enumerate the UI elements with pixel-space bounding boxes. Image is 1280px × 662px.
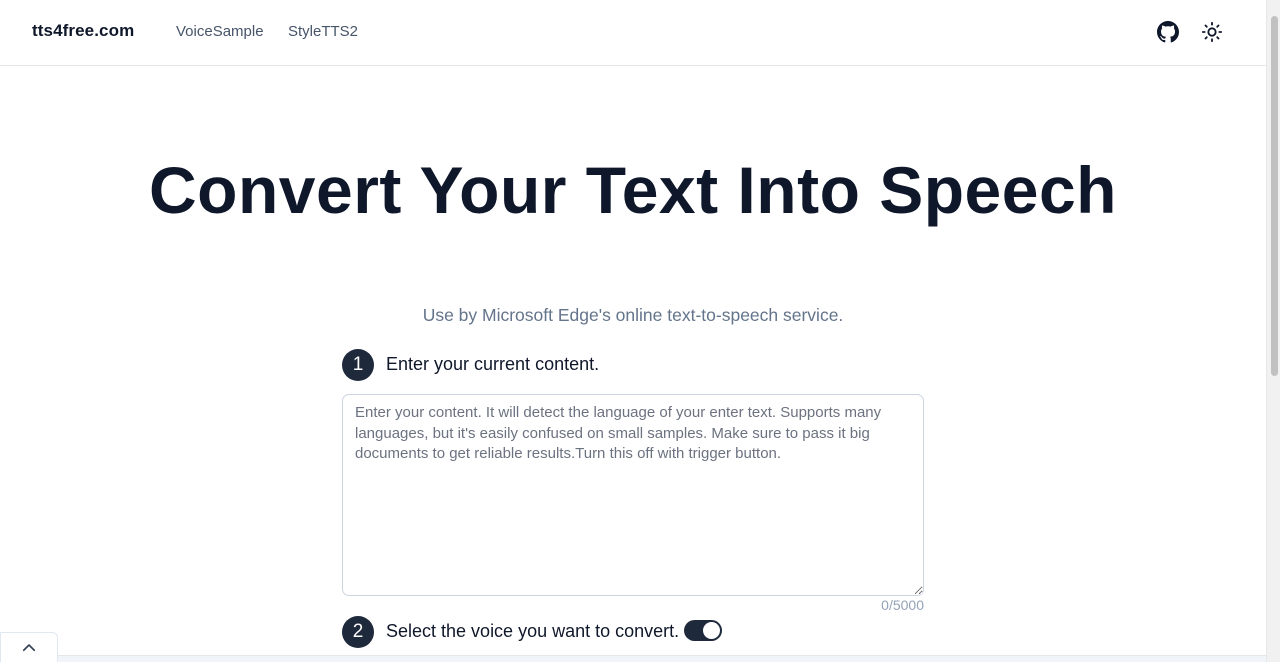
toggle-knob — [703, 622, 720, 639]
nav-link-voicesample[interactable]: VoiceSample — [176, 23, 264, 40]
page: tts4free.com VoiceSample StyleTTS2 Conve… — [0, 0, 1280, 662]
scrollbar-thumb[interactable] — [1271, 16, 1278, 376]
content-textarea[interactable] — [342, 394, 924, 596]
nav-link-styletts2[interactable]: StyleTTS2 — [288, 23, 358, 40]
page-subtitle: Use by Microsoft Edge's online text-to-s… — [422, 305, 844, 325]
step-2-label: Select the voice you want to convert. — [386, 621, 680, 641]
step-2-badge: 2 — [342, 616, 374, 648]
brand-logo[interactable]: tts4free.com — [32, 21, 134, 41]
sun-icon — [1201, 21, 1223, 43]
voice-auto-detect-toggle[interactable] — [684, 620, 722, 641]
site-header: tts4free.com VoiceSample StyleTTS2 — [0, 0, 1266, 66]
vertical-scrollbar[interactable] — [1266, 0, 1280, 662]
page-title: Convert Your Text Into Speech — [149, 153, 1117, 227]
chevron-up-icon — [22, 643, 36, 651]
step-1-badge: 1 — [342, 349, 374, 381]
character-counter: 0/5000 — [881, 597, 924, 613]
step-1-label: Enter your current content. — [386, 354, 600, 374]
back-to-top-button[interactable] — [0, 632, 58, 662]
theme-toggle-button[interactable] — [1200, 20, 1224, 44]
bottom-scroll-edge — [0, 655, 1266, 662]
github-button[interactable] — [1156, 20, 1180, 44]
github-icon — [1157, 21, 1179, 43]
